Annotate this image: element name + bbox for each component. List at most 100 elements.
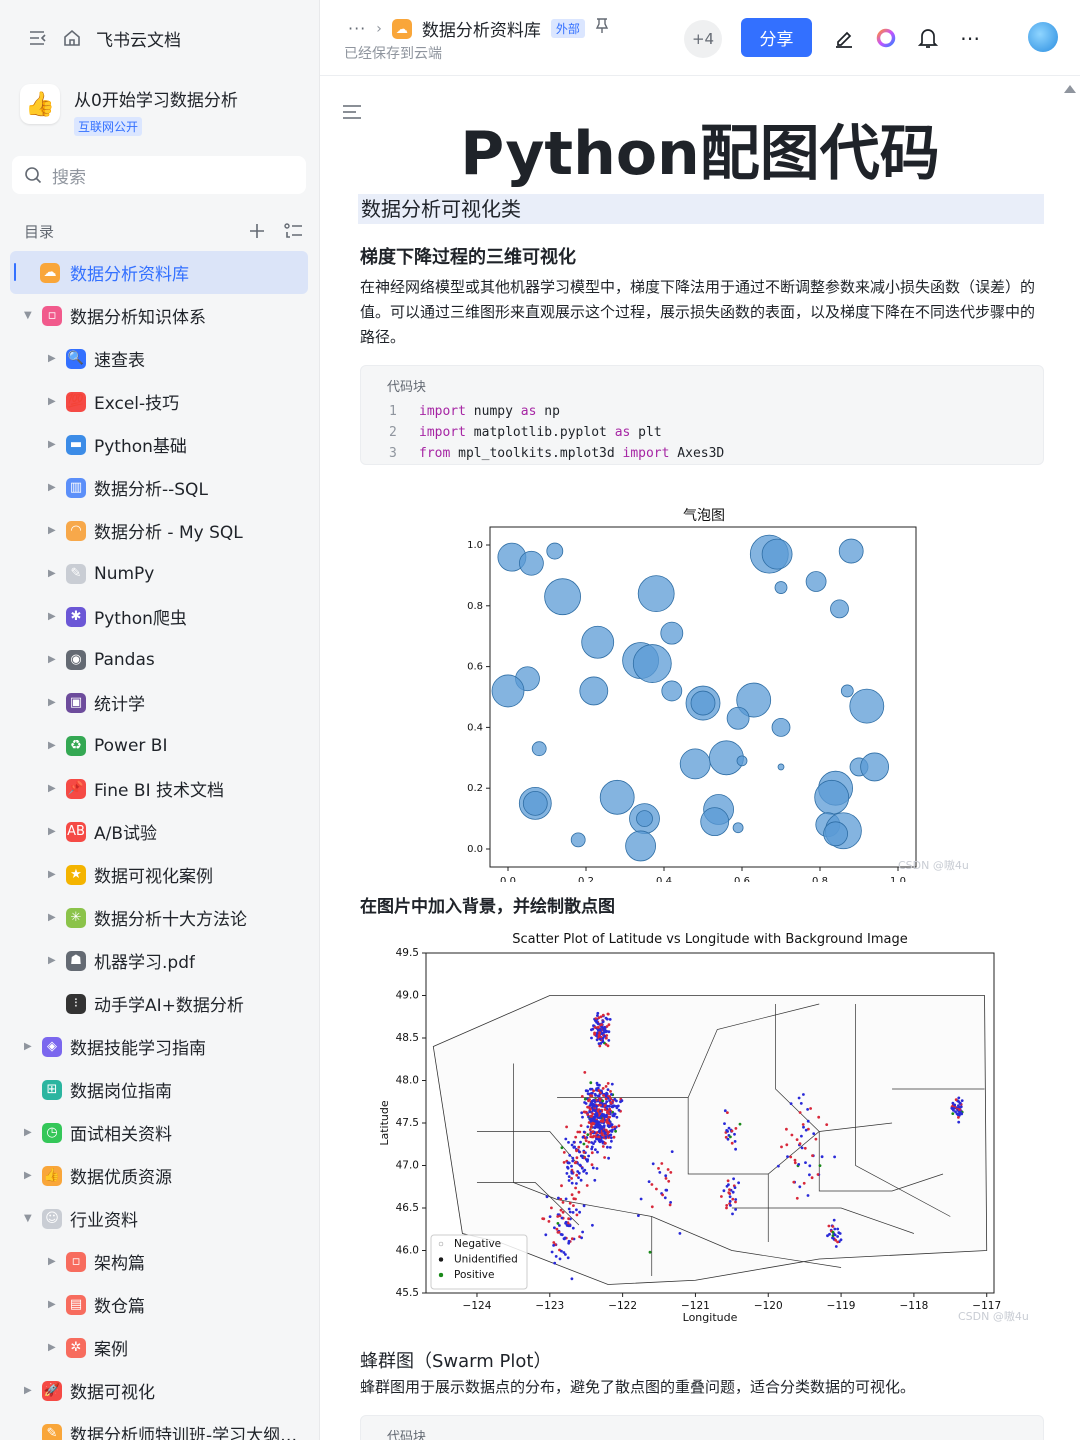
caret-right-icon[interactable]: ▶ (48, 826, 56, 837)
toc-item[interactable]: ⁝ 动手学AI+数据分析 (0, 982, 319, 1025)
search-input[interactable]: 搜索 (12, 156, 306, 194)
map-point (576, 1130, 580, 1134)
caret-right-icon[interactable]: ▶ (48, 912, 56, 923)
bubble (491, 674, 525, 708)
toc-item[interactable]: ▶ 📌 Fine BI 技术文档 (0, 767, 319, 810)
caret-right-icon[interactable]: ▶ (24, 1041, 32, 1052)
caret-right-icon[interactable]: ▶ (48, 1256, 56, 1267)
map-point (789, 1102, 793, 1105)
map-point (578, 1210, 581, 1214)
outline-icon[interactable] (342, 103, 362, 121)
home-icon[interactable] (62, 28, 82, 48)
toc-item[interactable]: ▶ ▫ 架构篇 (0, 1240, 319, 1283)
toc-item[interactable]: ▶ ▥ 数据分析--SQL (0, 466, 319, 509)
caret-right-icon[interactable]: ▶ (48, 439, 56, 450)
map-point (598, 1099, 602, 1102)
map-point (836, 1227, 840, 1231)
toc-item[interactable]: ✎ 数据分析师特训班-学习大纲（... (0, 1412, 319, 1440)
toc-item[interactable]: ▶ 🔍 速查表 (0, 337, 319, 380)
toc-item[interactable]: ▶ AB A/B试验 (0, 810, 319, 853)
collapse-sidebar-icon[interactable] (28, 29, 48, 47)
breadcrumb-more[interactable]: ··· (348, 19, 366, 38)
toc-item[interactable]: ▶ 💯 Excel-技巧 (0, 380, 319, 423)
caret-right-icon[interactable]: ▶ (48, 611, 56, 622)
x-tick-label: 0.4 (656, 876, 672, 882)
toc-item[interactable]: ▶ ◷ 面试相关资料 (0, 1111, 319, 1154)
toc-item[interactable]: ▶ ▣ 统计学 (0, 681, 319, 724)
space-card[interactable]: 👍 从0开始学习数据分析 互联网公开 (20, 84, 238, 136)
code-block[interactable]: 代码块 1 import numpy as np 2 import matplotl… (360, 365, 1044, 465)
app-name[interactable]: 飞书云文档 (96, 26, 181, 51)
caret-right-icon[interactable]: ▶ (48, 955, 56, 966)
toc-item[interactable]: ⊞ 数据岗位指南 (0, 1068, 319, 1111)
doc-name[interactable]: 数据分析资料库 (422, 16, 541, 41)
caret-right-icon[interactable]: ▶ (48, 1342, 56, 1353)
caret-down-icon[interactable]: ▼ (24, 310, 32, 321)
toc-item[interactable]: ▶ ▬ Python基础 (0, 423, 319, 466)
code-line: 2 import matplotlib.pyplot as plt (389, 425, 662, 440)
toc-item[interactable]: ▶ ☗ 机器学习.pdf (0, 939, 319, 982)
toc-item[interactable]: ▼ ▫ 数据分析知识体系 (0, 294, 319, 337)
caret-right-icon[interactable]: ▶ (48, 1299, 56, 1310)
caret-right-icon[interactable]: ▶ (48, 525, 56, 536)
map-point (604, 1016, 608, 1020)
map-point (600, 1025, 604, 1029)
caret-right-icon[interactable]: ▶ (48, 568, 56, 579)
map-point (610, 1123, 614, 1126)
caret-right-icon[interactable]: ▶ (24, 1127, 32, 1138)
caret-right-icon[interactable]: ▶ (48, 396, 56, 407)
caret-down-icon[interactable]: ▼ (24, 1213, 32, 1224)
toc-item[interactable]: ▶ ▤ 数仓篇 (0, 1283, 319, 1326)
toc-item[interactable]: ▶ ✱ Python爬虫 (0, 595, 319, 638)
toc-item[interactable]: ▶ ★ 数据可视化案例 (0, 853, 319, 896)
caret-right-icon[interactable]: ▶ (48, 869, 56, 880)
list-settings-icon[interactable] (284, 222, 304, 240)
map-point (564, 1137, 568, 1141)
toc-item[interactable]: ☁ 数据分析资料库 (10, 251, 308, 294)
toc-item[interactable]: ▶ ◈ 数据技能学习指南 (0, 1025, 319, 1068)
scroll-up-arrow[interactable] (1064, 85, 1076, 93)
caret-right-icon[interactable]: ▶ (48, 353, 56, 364)
toc-item[interactable]: ▶ ✳ 数据分析十大方法论 (0, 896, 319, 939)
caret-right-icon[interactable]: ▶ (24, 1170, 32, 1181)
toc-item[interactable]: ▶ ◠ 数据分析 - My SQL (0, 509, 319, 552)
map-point (607, 1039, 611, 1042)
caret-right-icon[interactable]: ▶ (48, 654, 56, 665)
bubble-chart: 气泡图 0.0 0.2 0.4 0.6 0.8 1.0 0.0 0.2 0.4 0.6 0.8 1.0 (467, 508, 917, 882)
toc-item[interactable]: ▼ ☺ 行业资料 (0, 1197, 319, 1240)
avatar[interactable] (1028, 22, 1058, 52)
toc-item[interactable]: ▶ ◉ Pandas (0, 638, 319, 681)
map-point (561, 1210, 565, 1214)
toc-item[interactable]: ▶ 👍 数据优质资源 (0, 1154, 319, 1197)
toc-item[interactable]: ▶ ✎ NumPy (0, 552, 319, 595)
map-point (609, 1090, 612, 1093)
caret-right-icon[interactable]: ▶ (48, 783, 56, 794)
map-point (581, 1135, 585, 1139)
map-point (592, 1099, 596, 1102)
map-point (602, 1094, 605, 1097)
ai-assistant-icon[interactable] (874, 24, 898, 52)
bell-icon[interactable] (916, 24, 940, 52)
pin-icon[interactable] (595, 18, 609, 39)
collaborators-count[interactable]: +4 (684, 20, 722, 58)
code-block-title: 代码块 (387, 1430, 427, 1440)
map-point (588, 1128, 592, 1132)
map-point (589, 1132, 593, 1136)
code-block[interactable]: 代码块 (360, 1415, 1044, 1440)
toc-item[interactable]: ▶ ♻ Power BI (0, 724, 319, 767)
map-point (565, 1172, 569, 1175)
map-point (615, 1106, 619, 1110)
more-icon[interactable]: ⋯ (958, 24, 982, 52)
edit-icon[interactable] (832, 24, 856, 52)
toc-item[interactable]: ▶ 🚀 数据可视化 (0, 1369, 319, 1412)
caret-right-icon[interactable]: ▶ (48, 697, 56, 708)
caret-right-icon[interactable]: ▶ (48, 740, 56, 751)
cube-icon: ◈ (42, 1036, 62, 1057)
caret-right-icon[interactable]: ▶ (48, 482, 56, 493)
caret-right-icon[interactable]: ▶ (24, 1385, 32, 1396)
share-button[interactable]: 分享 (741, 18, 812, 57)
add-icon[interactable] (248, 222, 266, 240)
toc-item[interactable]: ▶ ✲ 案例 (0, 1326, 319, 1369)
map-point (792, 1180, 796, 1184)
map-point (730, 1129, 734, 1133)
